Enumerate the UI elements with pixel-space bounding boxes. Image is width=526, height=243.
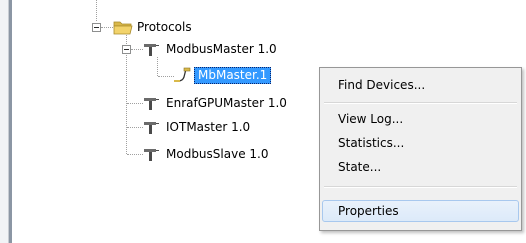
tree-line — [157, 57, 158, 76]
protocols-collapse-button[interactable] — [92, 23, 101, 32]
menu-item-state[interactable]: State... — [322, 156, 519, 178]
tree-node-iotmaster[interactable]: IOTMaster 1.0 — [141, 118, 253, 136]
menu-separator — [324, 186, 517, 188]
plug-connector-icon — [141, 145, 163, 163]
tree-node-label: ModbusMaster 1.0 — [166, 41, 277, 56]
folder-open-icon — [112, 18, 134, 36]
tree-node-label: ModbusSlave 1.0 — [166, 146, 269, 161]
tree-line — [96, 0, 97, 21]
device-connector-icon — [172, 66, 194, 84]
menu-item-properties[interactable]: Properties — [322, 200, 519, 222]
tree-node-modbusmaster[interactable]: ModbusMaster 1.0 — [141, 40, 280, 58]
menu-separator — [324, 102, 517, 104]
menu-item-statistics[interactable]: Statistics... — [322, 132, 519, 154]
menu-item-view-log[interactable]: View Log... — [322, 108, 519, 130]
window-left-border — [0, 0, 9, 243]
modbusmaster-collapse-button[interactable] — [122, 45, 131, 54]
window-left-border-inner — [9, 0, 12, 243]
plug-connector-icon — [141, 40, 163, 58]
menu-item-find-devices[interactable]: Find Devices... — [322, 74, 519, 96]
tree-node-label: EnrafGPUMaster 1.0 — [166, 95, 287, 110]
tree-node-mbmaster[interactable]: MbMaster.1 — [172, 66, 272, 84]
tree-node-label: MbMaster.1 — [194, 66, 272, 84]
tree-node-modbusslave[interactable]: ModbusSlave 1.0 — [141, 145, 271, 163]
plug-connector-icon — [141, 94, 163, 112]
plug-connector-icon — [141, 118, 163, 136]
tree-node-label: Protocols — [137, 19, 192, 34]
tree-node-protocols[interactable]: Protocols — [112, 18, 195, 36]
context-menu: Find Devices... View Log... Statistics..… — [319, 67, 522, 231]
tree-node-label: IOTMaster 1.0 — [166, 119, 251, 134]
tree-node-enrafgpumaster[interactable]: EnrafGPUMaster 1.0 — [141, 94, 290, 112]
